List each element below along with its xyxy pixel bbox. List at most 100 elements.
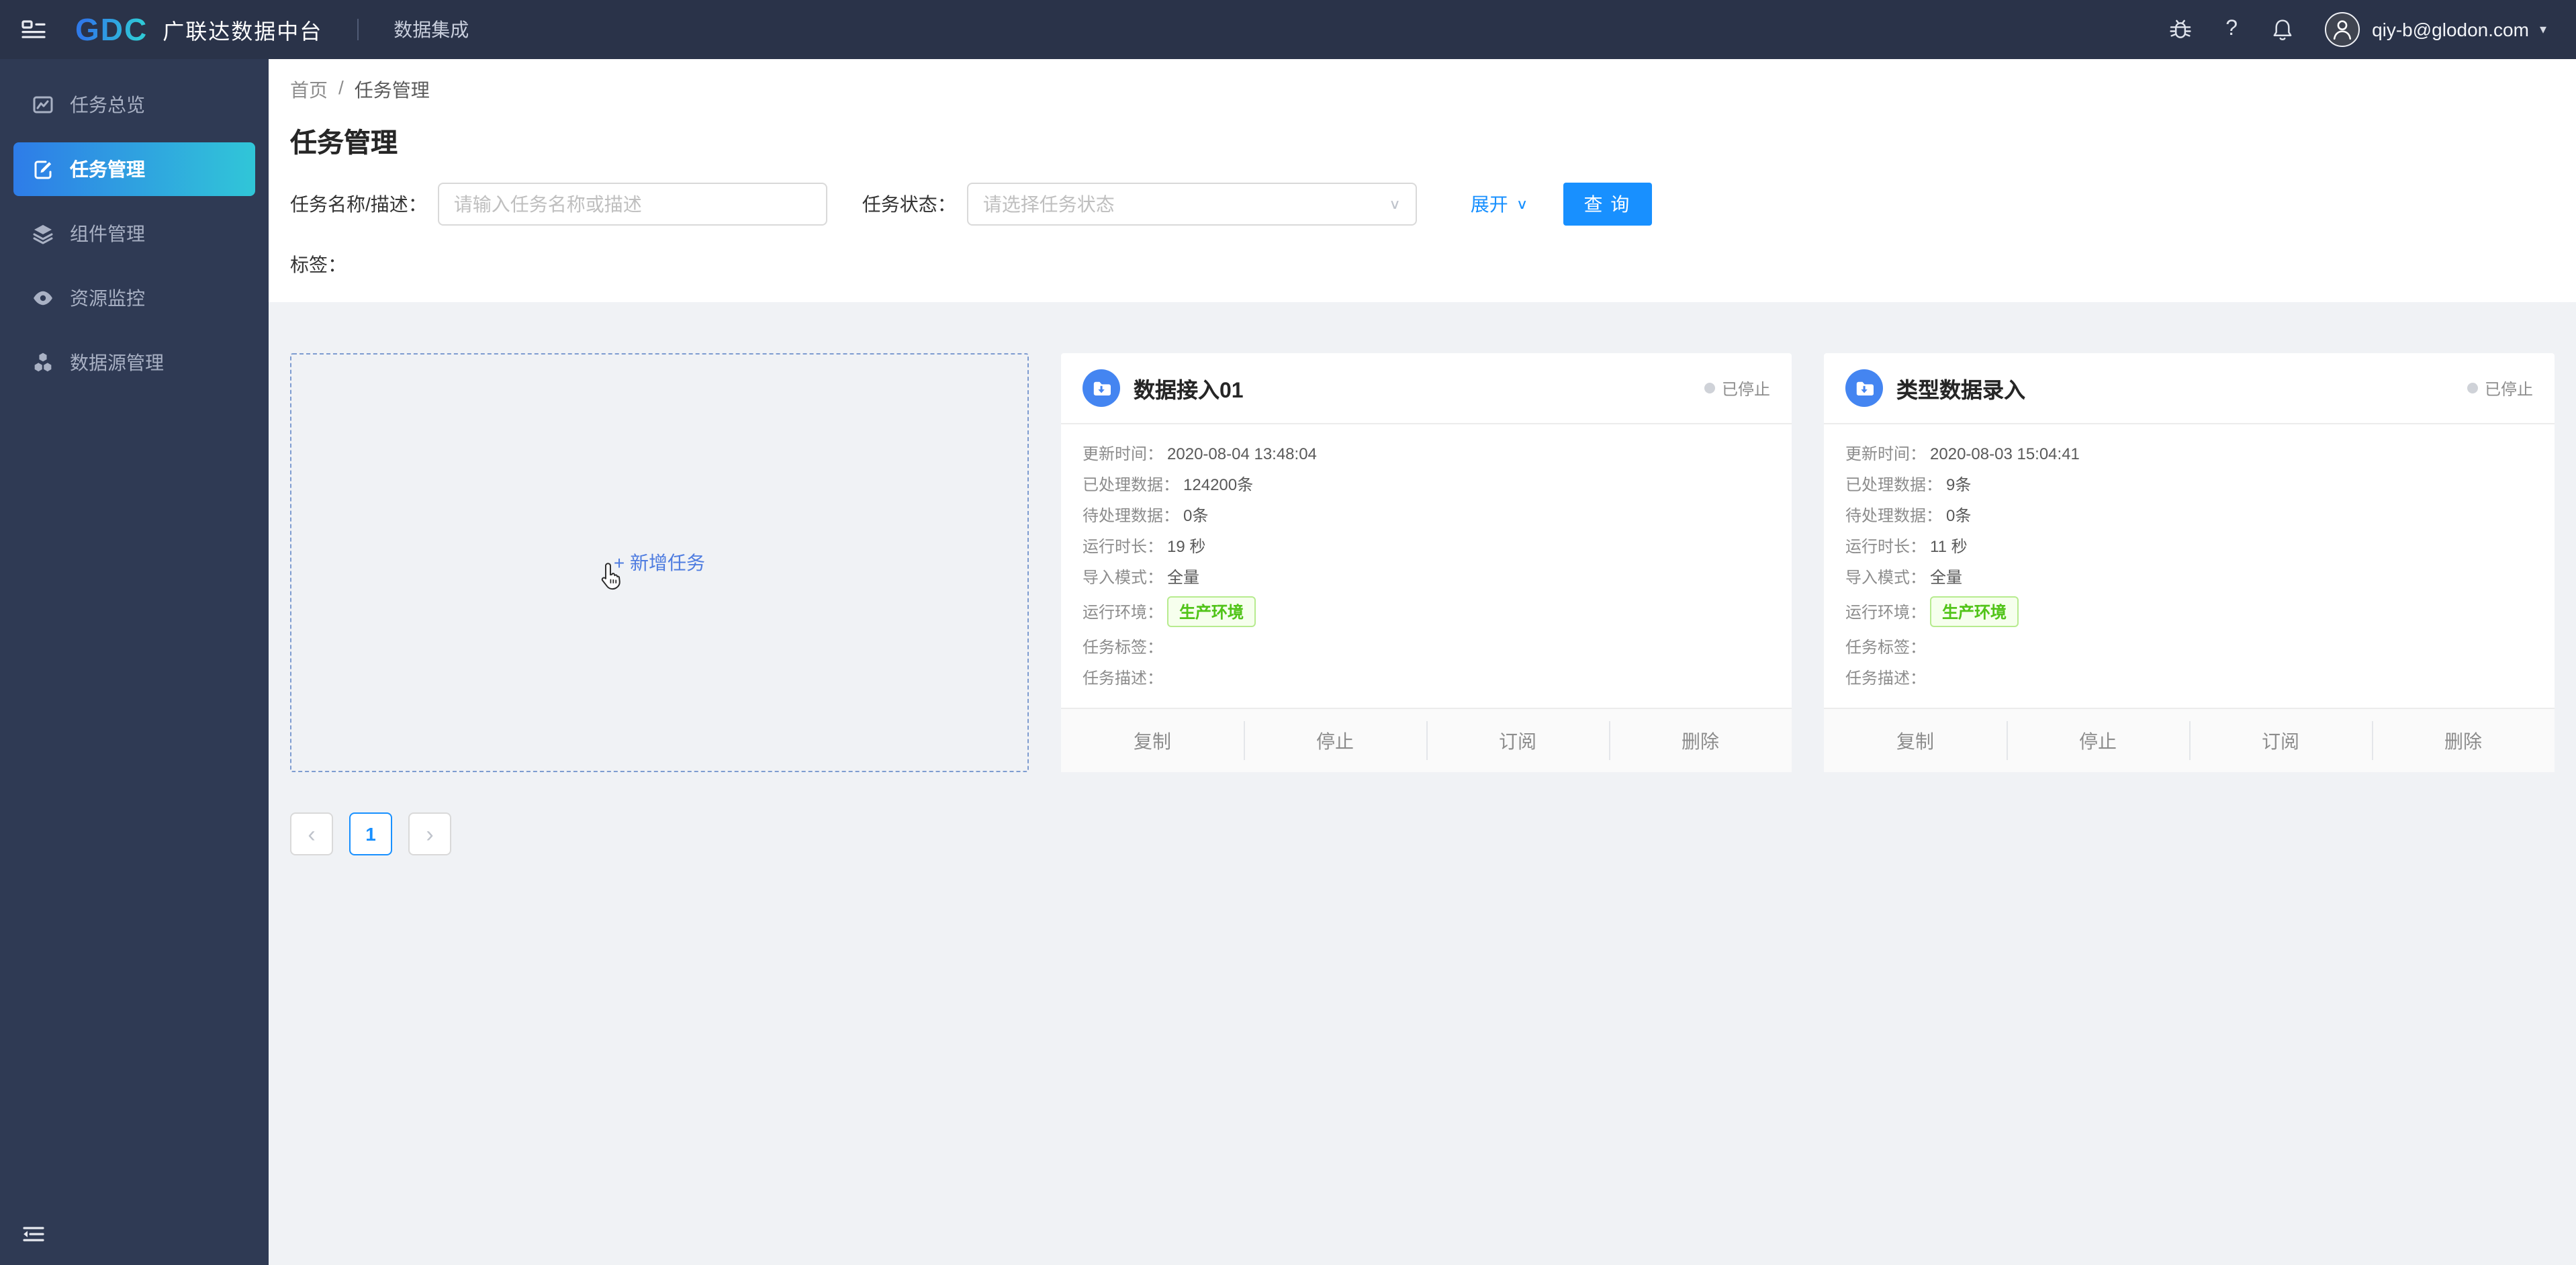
task-card-actions: 复制 停止 订阅 删除 bbox=[1824, 708, 2555, 772]
bug-icon[interactable] bbox=[2168, 17, 2193, 42]
field-run-environment: 运行环境： 生产环境 bbox=[1083, 596, 1770, 627]
field-label: 任务描述： bbox=[1845, 669, 1927, 688]
field-label: 已处理数据： bbox=[1083, 475, 1180, 494]
field-value: 11 秒 bbox=[1930, 537, 1968, 556]
task-card: 类型数据录入 已停止 更新时间： 2020-08-03 15:04:41 已处理… bbox=[1824, 353, 2555, 772]
sidebar-item-label: 组件管理 bbox=[70, 223, 145, 244]
product-name: 广联达数据中台 bbox=[163, 21, 323, 44]
field-task-tags: 任务标签： bbox=[1083, 635, 1770, 658]
stop-button[interactable]: 停止 bbox=[2007, 709, 2189, 772]
field-update-time: 更新时间： 2020-08-03 15:04:41 bbox=[1845, 442, 2533, 465]
field-label: 任务标签： bbox=[1845, 638, 1927, 657]
search-button[interactable]: 查 询 bbox=[1563, 183, 1652, 226]
menu-fold-icon[interactable] bbox=[21, 1222, 46, 1246]
field-processed-count: 已处理数据： 124200条 bbox=[1083, 473, 1770, 496]
layout-collapse-icon[interactable] bbox=[21, 17, 46, 42]
layers-icon bbox=[32, 223, 54, 244]
folder-download-icon bbox=[1845, 369, 1883, 407]
field-pending-count: 待处理数据： 0条 bbox=[1083, 504, 1770, 526]
field-label: 运行时长： bbox=[1845, 537, 1927, 556]
field-label: 任务标签： bbox=[1083, 638, 1164, 657]
sidebar-item-label: 任务总览 bbox=[70, 94, 145, 115]
header-divider bbox=[357, 19, 359, 40]
app-header: GDC 广联达数据中台 数据集成 ? qiy-b@glodon.com ▾ bbox=[0, 0, 2576, 59]
main-content: 首页 / 任务管理 任务管理 任务名称/描述： 任务状态： 请选择任务状态 ∨ … bbox=[269, 59, 2576, 1265]
pagination-next-button[interactable]: › bbox=[408, 812, 451, 855]
pagination: ‹ 1 › bbox=[269, 772, 2576, 855]
gdc-logo: GDC bbox=[75, 11, 148, 46]
field-import-mode: 导入模式： 全量 bbox=[1845, 565, 2533, 588]
filter-bar: 任务名称/描述： 任务状态： 请选择任务状态 ∨ 展开 ∨ 查 询 bbox=[290, 183, 2544, 226]
delete-button[interactable]: 删除 bbox=[2372, 709, 2555, 772]
user-email[interactable]: qiy-b@glodon.com bbox=[2372, 19, 2529, 40]
environment-tag: 生产环境 bbox=[1930, 596, 2019, 627]
breadcrumb: 首页 / 任务管理 bbox=[290, 77, 2544, 103]
field-value: 9条 bbox=[1946, 475, 1972, 494]
field-label: 任务描述： bbox=[1083, 669, 1164, 688]
field-value: 19 秒 bbox=[1167, 537, 1206, 556]
app-root: GDC 广联达数据中台 数据集成 ? qiy-b@glodon.com ▾ 任务… bbox=[0, 0, 2576, 1265]
sidebar-item-component-management[interactable]: 组件管理 bbox=[13, 207, 255, 261]
sidebar-item-datasource-management[interactable]: 数据源管理 bbox=[13, 336, 255, 389]
task-title: 数据接入01 bbox=[1134, 380, 1244, 403]
field-value: 0条 bbox=[1946, 506, 1972, 525]
page-title: 任务管理 bbox=[290, 129, 398, 158]
field-value: 2020-08-03 15:04:41 bbox=[1930, 444, 2080, 463]
copy-button[interactable]: 复制 bbox=[1824, 709, 2007, 772]
add-task-card[interactable]: + 新增任务 bbox=[290, 353, 1029, 772]
chart-icon bbox=[32, 94, 54, 115]
sidebar-item-task-overview[interactable]: 任务总览 bbox=[13, 78, 255, 132]
expand-filters-link[interactable]: 展开 ∨ bbox=[1471, 191, 1528, 218]
tags-label: 标签： bbox=[290, 254, 347, 275]
task-status-select[interactable]: 请选择任务状态 ∨ bbox=[966, 183, 1417, 226]
folder-download-icon bbox=[1083, 369, 1120, 407]
copy-button[interactable]: 复制 bbox=[1061, 709, 1244, 772]
task-name-input[interactable] bbox=[437, 183, 827, 226]
status-text: 已停止 bbox=[1721, 379, 1770, 398]
field-value: 全量 bbox=[1930, 568, 1963, 587]
field-run-duration: 运行时长： 11 秒 bbox=[1845, 534, 2533, 557]
pagination-prev-button[interactable]: ‹ bbox=[290, 812, 333, 855]
bell-icon[interactable] bbox=[2270, 17, 2295, 42]
breadcrumb-separator: / bbox=[338, 77, 344, 98]
datasource-cluster-icon bbox=[32, 352, 54, 373]
page-header-panel: 首页 / 任务管理 任务管理 任务名称/描述： 任务状态： 请选择任务状态 ∨ … bbox=[269, 59, 2576, 302]
edit-form-icon bbox=[32, 158, 54, 180]
subscribe-button[interactable]: 订阅 bbox=[1426, 709, 1609, 772]
field-label: 更新时间： bbox=[1845, 444, 1927, 463]
sidebar-item-label: 数据源管理 bbox=[70, 352, 164, 373]
sidebar-item-task-management[interactable]: 任务管理 bbox=[13, 142, 255, 196]
status-text: 已停止 bbox=[2484, 379, 2533, 398]
field-label: 导入模式： bbox=[1083, 568, 1164, 587]
status-dot bbox=[1704, 383, 1715, 393]
task-title: 类型数据录入 bbox=[1896, 380, 2026, 403]
task-name-label: 任务名称/描述： bbox=[290, 193, 427, 215]
field-value: 全量 bbox=[1167, 568, 1200, 587]
pagination-page-1[interactable]: 1 bbox=[349, 812, 392, 855]
task-status-badge: 已停止 bbox=[1704, 377, 1770, 400]
breadcrumb-home[interactable]: 首页 bbox=[290, 77, 328, 103]
task-card-grid: + 新增任务 数据接入01 已停止 更新时间： 2020-08-04 13:48… bbox=[269, 302, 2576, 772]
field-label: 运行时长： bbox=[1083, 537, 1164, 556]
help-icon[interactable]: ? bbox=[2225, 17, 2238, 42]
delete-button[interactable]: 删除 bbox=[1609, 709, 1792, 772]
sidebar-item-resource-monitor[interactable]: 资源监控 bbox=[13, 271, 255, 325]
field-label: 运行环境： bbox=[1845, 603, 1927, 622]
sidebar-item-label: 任务管理 bbox=[70, 158, 145, 180]
user-avatar[interactable] bbox=[2325, 12, 2360, 47]
field-label: 运行环境： bbox=[1083, 603, 1164, 622]
field-task-description: 任务描述： bbox=[1083, 666, 1770, 689]
hand-cursor-icon bbox=[601, 563, 620, 590]
expand-label: 展开 bbox=[1470, 193, 1508, 215]
field-task-description: 任务描述： bbox=[1845, 666, 2533, 689]
user-menu-caret-icon[interactable]: ▾ bbox=[2540, 22, 2546, 37]
module-tab-data-integration[interactable]: 数据集成 bbox=[394, 16, 469, 43]
subscribe-button[interactable]: 订阅 bbox=[2189, 709, 2372, 772]
task-card-body: 更新时间： 2020-08-03 15:04:41 已处理数据： 9条 待处理数… bbox=[1824, 424, 2555, 708]
field-label: 待处理数据： bbox=[1083, 506, 1180, 525]
stop-button[interactable]: 停止 bbox=[1244, 709, 1426, 772]
eye-icon bbox=[32, 287, 54, 309]
tags-filter-row: 标签： bbox=[290, 251, 2544, 278]
header-actions: ? qiy-b@glodon.com ▾ bbox=[2168, 12, 2546, 47]
field-pending-count: 待处理数据： 0条 bbox=[1845, 504, 2533, 526]
